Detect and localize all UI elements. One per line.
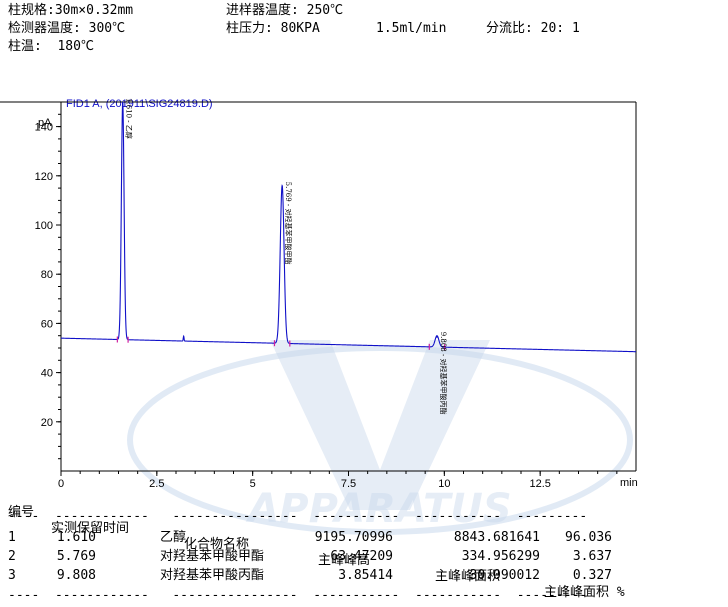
cell-name: 对羟基苯甲酸丙酯: [160, 568, 265, 583]
y-tick-label: 140: [35, 122, 53, 134]
table-row: 1 1.610 乙醇 9195.70996 8843.681641 96.036: [8, 530, 728, 548]
signal-trace: [61, 101, 636, 353]
cell-height: 63.47209: [330, 549, 393, 564]
y-tick-label: 40: [41, 368, 53, 380]
table-row: 3 9.808 对羟基苯甲酸丙酯 3.85414 30.090012 0.327: [8, 568, 728, 586]
cell-area: 8843.681641: [453, 530, 540, 545]
y-tick-label: 100: [35, 220, 53, 232]
cell-rt: 5.769: [56, 549, 96, 564]
condition-detector-temp: 检测器温度: 300℃: [8, 21, 126, 36]
peak-label: 9.808 - 对羟基苯甲酸丙酯: [439, 332, 448, 415]
cell-height: 3.85414: [338, 568, 393, 583]
y-tick-label: 60: [41, 318, 53, 330]
condition-column-pressure: 柱压力: 80KPA: [226, 21, 320, 36]
x-axis-label: min: [620, 477, 638, 488]
chromatogram: FID1 A, (201911\SIG24819.D) pA min 0 2.5 5…: [0, 96, 728, 488]
peak-label: 5.769 - 对羟基苯甲酸甲酯: [284, 182, 293, 265]
condition-column-spec: 柱规格:30m×0.32mm: [8, 3, 134, 18]
peak-label: 1.610 - 乙醇: [125, 98, 134, 139]
condition-split-ratio: 分流比: 20: 1: [486, 21, 580, 36]
x-tick-label: 12.5: [529, 478, 550, 488]
x-tick-label: 2.5: [149, 478, 164, 488]
x-tick-label: 7.5: [341, 478, 356, 488]
cell-rt: 9.808: [56, 568, 96, 583]
cell-name: 对羟基苯甲酸甲酯: [160, 549, 265, 564]
x-tick-label: 5: [250, 478, 256, 488]
y-tick-label: 20: [41, 417, 53, 429]
cell-area: 334.956299: [461, 549, 540, 564]
y-tick-label: 80: [41, 269, 53, 281]
condition-flow: 1.5ml/min: [376, 21, 447, 36]
cell-height: 9195.70996: [314, 530, 393, 545]
table-separator-bottom: ---- ------------ ---------------- -----…: [8, 588, 588, 603]
cell-pct: 96.036: [565, 530, 612, 545]
chart-title: FID1 A, (201911\SIG24819.D): [66, 98, 213, 110]
x-tick-label: 10: [438, 478, 450, 488]
cell-pct: 0.327: [572, 568, 612, 583]
cell-rt: 1.610: [56, 530, 96, 545]
cell-name: 乙醇: [160, 530, 187, 545]
y-tick-label: 120: [35, 171, 53, 183]
condition-inlet-temp: 进样器温度: 250℃: [226, 3, 344, 18]
condition-column-temp: 柱温: 180℃: [8, 39, 94, 54]
cell-pct: 3.637: [572, 549, 612, 564]
table-row: 2 5.769 对羟基苯甲酸甲酯 63.47209 334.956299 3.637: [8, 549, 728, 567]
table-separator-top: ---- ------------ ---------------- -----…: [8, 509, 588, 524]
x-tick-label: 0: [58, 478, 64, 488]
cell-area: 30.090012: [469, 568, 540, 583]
table-header: 编号 实测保留时间 化合物名称 主峰峰高 主峰峰面积 主峰峰面积 %: [8, 489, 728, 600]
chromatogram-plot: FID1 A, (201911\SIG24819.D) pA min 0 2.5 5…: [0, 98, 638, 488]
